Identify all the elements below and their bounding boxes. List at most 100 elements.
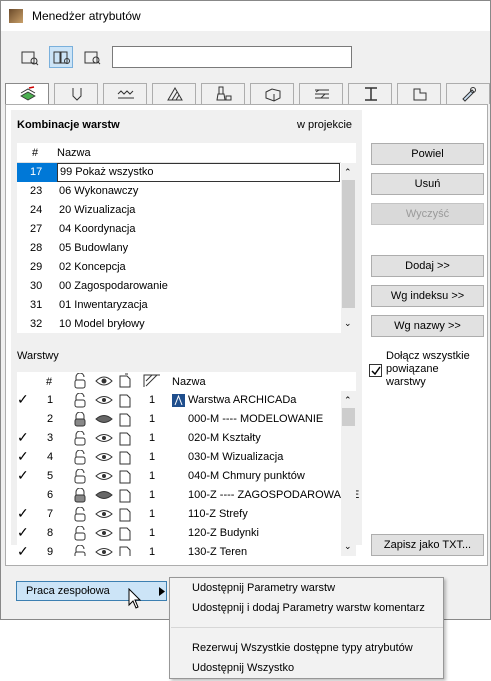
tab-zones[interactable] bbox=[397, 83, 441, 104]
include-all-checkbox[interactable] bbox=[369, 364, 382, 377]
composites-icon bbox=[315, 89, 329, 99]
check-icon[interactable]: ✓ bbox=[17, 543, 29, 556]
zone-icon bbox=[413, 88, 427, 101]
add-button[interactable]: Dodaj >> bbox=[371, 255, 484, 277]
eye-closed-icon[interactable] bbox=[95, 413, 113, 425]
eye-icon[interactable] bbox=[95, 451, 113, 463]
tab-profiles[interactable] bbox=[348, 83, 392, 104]
menu-item-reserve-all[interactable]: Rezerwuj Wszystkie dostępne typy atrybut… bbox=[192, 642, 413, 654]
combo-row[interactable]: 32 10 Model bryłowy bbox=[17, 315, 340, 334]
combo-row-selected[interactable]: 17 99 Pokaż wszystko bbox=[17, 163, 340, 182]
xref-icon[interactable] bbox=[118, 393, 132, 408]
layer-row[interactable]: ✓ 3 1 020-M Kształty bbox=[17, 429, 341, 448]
combo-row[interactable]: 30 00 Zagospodarowanie bbox=[17, 277, 340, 296]
layer-row[interactable]: ✓ 8 1 120-Z Budynki bbox=[17, 524, 341, 543]
scroll-up-icon[interactable]: ⌃ bbox=[344, 395, 352, 406]
unlock-icon[interactable] bbox=[73, 450, 87, 465]
layer-row[interactable]: ✓ 1 1 Warstwa ARCHICADa bbox=[17, 391, 341, 410]
scrollbar-thumb[interactable] bbox=[342, 408, 355, 426]
menu-item-share-add-comment[interactable]: Udostępnij i dodaj Parametry warstw kome… bbox=[192, 602, 425, 614]
xref-icon[interactable] bbox=[118, 526, 132, 541]
lock-icon[interactable] bbox=[73, 488, 87, 503]
tab-building-materials[interactable] bbox=[250, 83, 294, 104]
combo-name: 99 Pokaż wszystko bbox=[57, 163, 340, 182]
combo-row[interactable]: 27 04 Koordynacja bbox=[17, 220, 340, 239]
scrollbar-thumb[interactable] bbox=[342, 180, 355, 308]
tab-composites[interactable] bbox=[299, 83, 343, 104]
copy-button[interactable]: Powiel bbox=[371, 143, 484, 165]
view-list-right-button[interactable] bbox=[80, 46, 104, 68]
save-as-txt-button[interactable]: Zapisz jako TXT... bbox=[371, 534, 484, 556]
scroll-up-icon[interactable]: ⌃ bbox=[344, 167, 352, 178]
view-both-panels-button[interactable] bbox=[49, 46, 73, 68]
layers-scrollbar[interactable]: ⌃ ⌄ bbox=[341, 391, 356, 556]
combo-row[interactable]: 28 05 Budowlany bbox=[17, 239, 340, 258]
eye-icon[interactable] bbox=[95, 527, 113, 539]
xref-icon[interactable] bbox=[118, 488, 132, 503]
layer-row[interactable]: ✓ 7 1 110-Z Strefy bbox=[17, 505, 341, 524]
by-index-button[interactable]: Wg indeksu >> bbox=[371, 285, 484, 307]
layer-row[interactable]: ✓ 5 1 040-M Chmury punktów bbox=[17, 467, 341, 486]
layer-row[interactable]: ✓ 9 1 130-Z Teren bbox=[17, 543, 341, 556]
scroll-down-icon[interactable]: ⌄ bbox=[344, 541, 352, 552]
layers-list[interactable]: # Nazwa ✓ 1 1 Warstwa ARCHICADa 2 1 000-… bbox=[17, 372, 359, 556]
xref-icon[interactable] bbox=[118, 431, 132, 446]
tab-pens[interactable] bbox=[54, 83, 98, 104]
combos-scrollbar[interactable]: ⌃ ⌄ bbox=[341, 163, 356, 333]
search-input[interactable] bbox=[112, 46, 352, 68]
eye-icon[interactable] bbox=[95, 394, 113, 406]
menu-separator bbox=[171, 627, 443, 628]
tab-layers[interactable] bbox=[5, 83, 49, 105]
eye-icon[interactable] bbox=[95, 470, 113, 482]
layers-title: Warstwy bbox=[17, 350, 59, 362]
teamwork-button[interactable]: Praca zespołowa bbox=[16, 581, 167, 601]
xref-icon[interactable] bbox=[118, 507, 132, 522]
tab-surfaces[interactable] bbox=[201, 83, 245, 104]
eye-closed-icon[interactable] bbox=[95, 489, 113, 501]
unlock-icon[interactable] bbox=[73, 545, 87, 556]
profile-icon bbox=[365, 87, 377, 101]
eye-icon[interactable] bbox=[95, 546, 113, 556]
check-icon[interactable]: ✓ bbox=[17, 466, 29, 485]
eye-icon[interactable] bbox=[95, 432, 113, 444]
layer-row[interactable]: 2 1 000-M ---- MODELOWANIE bbox=[17, 410, 341, 429]
check-icon[interactable]: ✓ bbox=[17, 447, 29, 466]
combo-row[interactable]: 29 02 Koncepcja bbox=[17, 258, 340, 277]
check-icon[interactable]: ✓ bbox=[17, 523, 29, 542]
unlock-icon[interactable] bbox=[73, 393, 87, 408]
col-name: Nazwa bbox=[172, 376, 206, 388]
by-name-button[interactable]: Wg nazwy >> bbox=[371, 315, 484, 337]
xref-icon[interactable] bbox=[118, 450, 132, 465]
combos-list[interactable]: # Nazwa 17 99 Pokaż wszystko 23 06 Wykona… bbox=[17, 143, 356, 333]
check-icon[interactable]: ✓ bbox=[17, 390, 29, 409]
menu-item-share-layer-params[interactable]: Udostępnij Parametry warstw bbox=[192, 582, 335, 594]
combo-row[interactable]: 31 01 Inwentaryzacja bbox=[17, 296, 340, 315]
layer-row[interactable]: ✓ 4 1 030-M Wizualizacja bbox=[17, 448, 341, 467]
xref-icon[interactable] bbox=[118, 469, 132, 484]
xref-icon[interactable] bbox=[118, 545, 132, 556]
unlock-icon[interactable] bbox=[73, 526, 87, 541]
unlock-icon[interactable] bbox=[73, 469, 87, 484]
unlock-icon[interactable] bbox=[73, 431, 87, 446]
attribute-manager-window: Menedżer atrybutów Kombinacje warstw w p… bbox=[0, 0, 491, 620]
scroll-down-icon[interactable]: ⌄ bbox=[344, 318, 352, 329]
check-icon[interactable]: ✓ bbox=[17, 428, 29, 447]
unlock-icon[interactable] bbox=[73, 507, 87, 522]
check-icon[interactable]: ✓ bbox=[17, 504, 29, 523]
combo-row[interactable]: 24 20 Wizualizacja bbox=[17, 201, 340, 220]
view-list-left-button[interactable] bbox=[17, 46, 41, 68]
tab-mep[interactable] bbox=[446, 83, 490, 104]
xref-icon[interactable] bbox=[118, 412, 132, 427]
tab-line-types[interactable] bbox=[103, 83, 147, 104]
lock-icon[interactable] bbox=[73, 412, 87, 427]
menu-item-share-all[interactable]: Udostępnij Wszystko bbox=[192, 662, 294, 674]
tab-fills[interactable] bbox=[152, 83, 196, 104]
submenu-arrow-icon bbox=[159, 587, 165, 596]
fills-icon bbox=[167, 87, 183, 101]
clear-button[interactable]: Wyczyść bbox=[371, 203, 484, 225]
pencil-icon bbox=[462, 87, 476, 102]
layer-row[interactable]: 6 1 100-Z ---- ZAGOSPODAROWANIE bbox=[17, 486, 359, 505]
combo-row[interactable]: 23 06 Wykonawczy bbox=[17, 182, 340, 201]
delete-button[interactable]: Usuń bbox=[371, 173, 484, 195]
eye-icon[interactable] bbox=[95, 508, 113, 520]
